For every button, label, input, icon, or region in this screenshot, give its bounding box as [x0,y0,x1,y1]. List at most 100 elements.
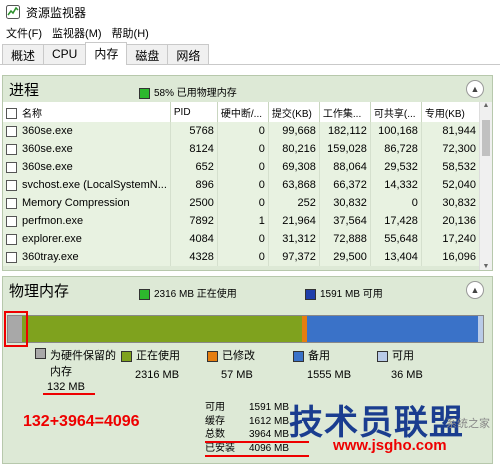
physical-memory-header[interactable]: 物理内存 2316 MB 正在使用 1591 MB 可用 ▲ [3,277,492,303]
table-row[interactable]: 360se.exe 5768 0 99,668 182,112 100,168 81,944 [3,122,479,140]
cell-name: Memory Compression [3,194,171,212]
cell-value: 72,888 [319,230,371,248]
reserved-highlight-box [4,311,28,347]
cell-value: 652 [170,158,218,176]
collapse-process-button[interactable]: ▲ [466,80,484,98]
col-private[interactable]: 专用(KB) [421,102,479,122]
cell-value: 8124 [170,140,218,158]
cell-name: perfmon.exe [3,212,171,230]
available-swatch [305,288,316,300]
cell-value: 37,564 [319,212,371,230]
tab-network[interactable]: 网络 [167,44,210,64]
cell-value: 0 [217,176,269,194]
row-checkbox[interactable] [6,197,17,209]
table-row[interactable]: perfmon.exe 7892 1 21,964 37,564 17,428 20,136 [3,212,479,230]
legend-reserved: 为硬件保留的 内存 132 MB [35,347,116,395]
bar-free [478,316,483,342]
reserved-value: 132 MB [47,381,85,393]
legend-free: 可用 36 MB [377,347,423,381]
col-shareable[interactable]: 可共享(... [370,102,422,122]
table-row[interactable]: 360tray.exe 4328 0 97,372 29,500 13,404 16,096 [3,248,479,266]
resource-monitor-icon [6,5,20,19]
standby-value: 1555 MB [307,369,352,381]
reserved-underline [43,393,95,395]
cell-value: 16,096 [442,251,476,263]
table-row[interactable]: 360se.exe 652 0 69,308 88,064 29,532 58,532 [3,158,479,176]
row-checkbox[interactable] [6,251,17,263]
watermark-corner: 系统之家 [446,418,490,430]
legend-modified: 已修改 57 MB [207,347,255,381]
cell-value: 896 [170,176,218,194]
scroll-down-icon[interactable]: ▼ [480,263,492,270]
cell-value: 29,500 [319,248,371,266]
table-row[interactable]: explorer.exe 4084 0 31,312 72,888 55,648 17,24… [3,230,479,248]
free-value: 36 MB [391,369,423,381]
cell-value: 66,372 [319,176,371,194]
process-name: svchost.exe (LocalSystemN... [22,179,167,191]
collapse-memory-button[interactable]: ▲ [466,281,484,299]
tab-bar: 概述 CPU 内存 磁盘 网络 [0,42,500,65]
scroll-up-icon[interactable]: ▲ [480,102,492,109]
legend-standby: 备用 1555 MB [293,347,351,381]
cell-value: 7892 [170,212,218,230]
cell-name: 360se.exe [3,158,171,176]
process-header[interactable]: 进程 58% 已用物理内存 ▲ [3,76,492,102]
stat-total: 总数 3964 MB [205,429,289,440]
cell-value: 81,944 [442,125,476,137]
available-summary: 1591 MB 可用 [305,285,383,300]
cell-value: 86,728 [370,140,422,158]
col-pid[interactable]: PID [170,102,218,122]
menu-help[interactable]: 帮助(H) [108,25,155,41]
tab-cpu[interactable]: CPU [43,44,87,64]
process-table: 名称 PID 硬中断/... 提交(KB) 工作集... 可共享(... 专用(… [3,102,479,266]
menu-bar: 文件(F) 监视器(M) 帮助(H) [0,24,500,42]
col-name[interactable]: 名称 [3,102,171,122]
row-checkbox[interactable] [6,143,17,155]
cell-value: 0 [217,158,269,176]
col-hard-faults[interactable]: 硬中断/... [217,102,269,122]
cell-value: 30,832 [319,194,371,212]
row-checkbox[interactable] [6,233,17,245]
menu-monitor[interactable]: 监视器(M) [48,25,108,41]
cell-value: 17,428 [370,212,422,230]
physical-memory-panel: 物理内存 2316 MB 正在使用 1591 MB 可用 ▲ 为硬件保留的 内存… [2,276,493,464]
cell-value: 99,668 [268,122,320,140]
stat-available: 可用 1591 MB [205,402,289,413]
process-name: perfmon.exe [22,215,84,227]
free-swatch [377,350,388,362]
row-checkbox[interactable] [6,179,17,191]
scroll-thumb[interactable] [482,120,490,156]
tab-memory[interactable]: 内存 [85,42,128,65]
table-row[interactable]: 360se.exe 8124 0 80,216 159,028 86,728 72,300 [3,140,479,158]
table-row[interactable]: Memory Compression 2500 0 252 30,832 0 30,832 [3,194,479,212]
process-scrollbar[interactable]: ▲ ▼ [479,102,492,270]
col-working-set[interactable]: 工作集... [319,102,371,122]
process-name: 360tray.exe [22,251,79,263]
standby-swatch [293,350,304,362]
cell-value: 30,832 [442,197,476,209]
in-use-value: 2316 MB [135,369,180,381]
row-checkbox[interactable] [6,215,17,227]
cell-name: explorer.exe [3,230,171,248]
row-checkbox[interactable] [6,161,17,173]
menu-file[interactable]: 文件(F) [2,25,48,41]
cell-value: 31,312 [268,230,320,248]
col-commit[interactable]: 提交(KB) [268,102,320,122]
in-use-legend-swatch [121,350,132,362]
row-checkbox[interactable] [6,125,17,137]
cell-value: 55,648 [370,230,422,248]
cell-value: 14,332 [370,176,422,194]
cell-value: 4084 [170,230,218,248]
table-row[interactable]: svchost.exe (LocalSystemN... 896 0 63,868 66… [3,176,479,194]
tab-disk[interactable]: 磁盘 [126,44,169,64]
bar-standby [307,316,478,342]
select-all-checkbox[interactable] [6,108,17,120]
cell-value: 17,240 [442,233,476,245]
bar-in-use [22,316,302,342]
cell-value: 252 [268,194,320,212]
cell-value: 20,136 [442,215,476,227]
table-header-row: 名称 PID 硬中断/... 提交(KB) 工作集... 可共享(... 专用(… [3,102,479,122]
cell-value: 0 [370,194,422,212]
memory-bar [7,315,484,343]
tab-overview[interactable]: 概述 [2,44,45,64]
